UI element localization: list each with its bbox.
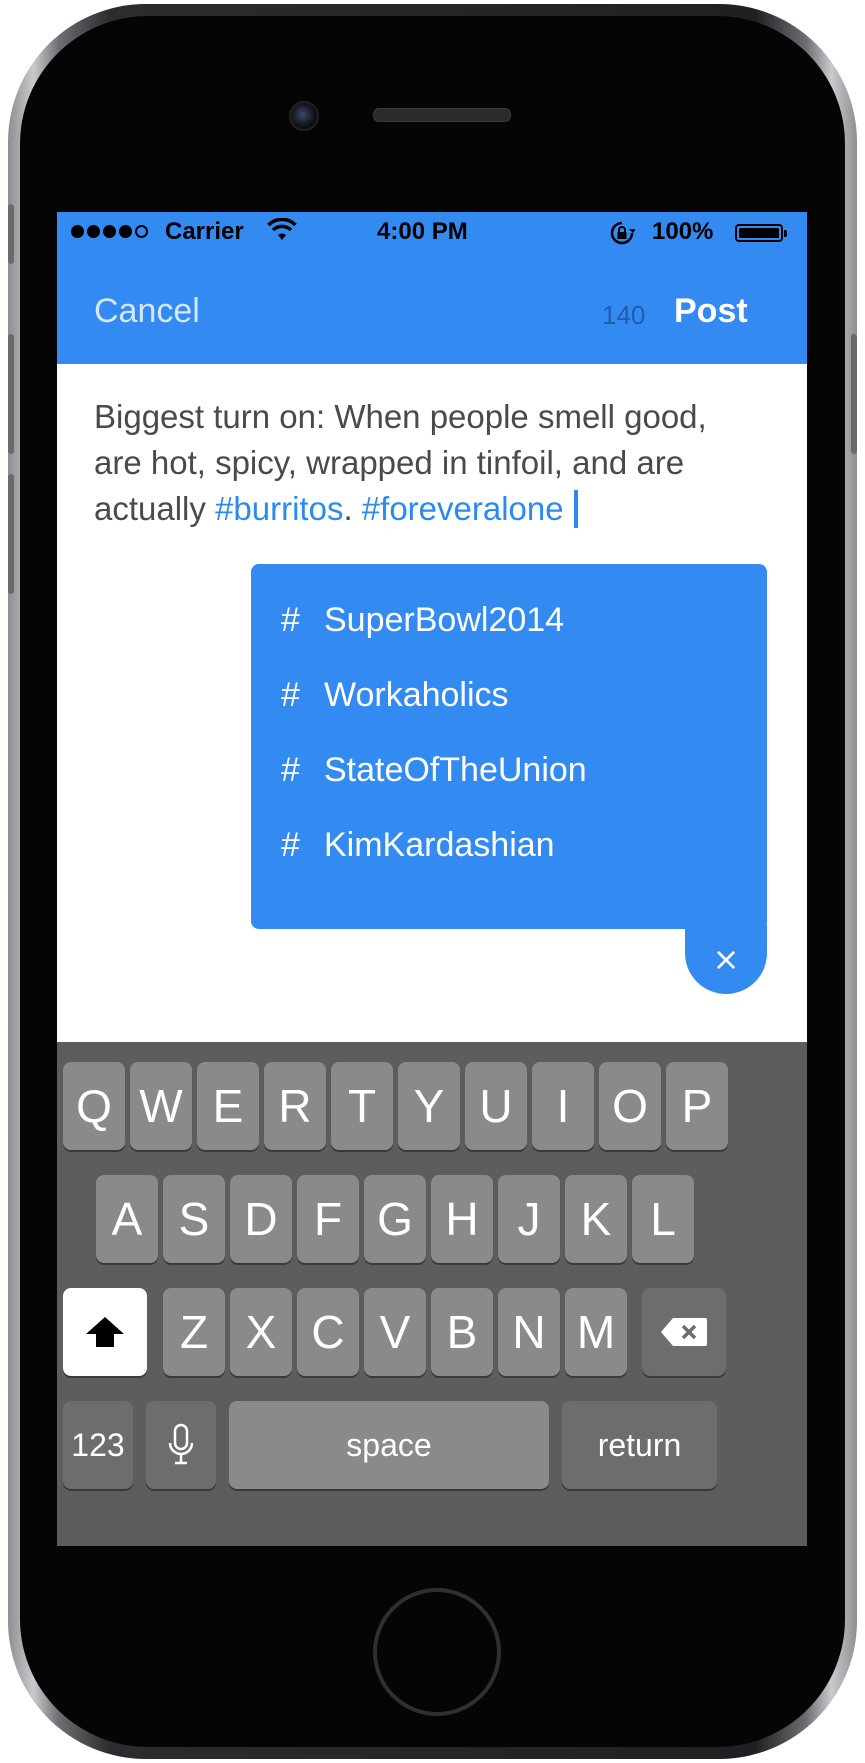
post-button[interactable]: Post (674, 292, 748, 331)
key-m[interactable]: M (565, 1288, 627, 1376)
carrier-label: Carrier (165, 218, 244, 245)
suggestion-label: SuperBowl2014 (324, 600, 565, 639)
compose-text-area[interactable]: Biggest turn on: When people smell good,… (94, 394, 770, 532)
hash-icon: # (281, 600, 300, 639)
numbers-key[interactable]: 123 (63, 1401, 133, 1489)
rotation-lock-icon (609, 220, 636, 253)
volume-up-button (8, 334, 14, 454)
compose-text: actually (94, 490, 216, 527)
delete-icon (661, 1318, 707, 1346)
key-w[interactable]: W (130, 1062, 192, 1150)
signal-strength-icon (71, 225, 148, 238)
key-s[interactable]: S (163, 1175, 225, 1263)
volume-down-button (8, 474, 14, 594)
power-button (851, 334, 857, 454)
status-bar: Carrier 4:00 PM 100% (57, 212, 807, 252)
wifi-icon (267, 217, 297, 249)
key-g[interactable]: G (364, 1175, 426, 1263)
key-k[interactable]: K (565, 1175, 627, 1263)
shift-key[interactable] (63, 1288, 147, 1376)
key-q[interactable]: Q (63, 1062, 125, 1150)
key-r[interactable]: R (264, 1062, 326, 1150)
suggestion-item[interactable]: # StateOfTheUnion (251, 728, 767, 812)
keyboard: Q W E R T Y U I O P A S D F G H J K L Z … (57, 1042, 807, 1546)
close-icon: × (712, 940, 740, 978)
key-t[interactable]: T (331, 1062, 393, 1150)
key-y[interactable]: Y (398, 1062, 460, 1150)
hashtag-suggestions-popup: # SuperBowl2014 # Workaholics # StateOfT… (251, 564, 767, 929)
suggestion-item[interactable]: # SuperBowl2014 (251, 578, 767, 662)
key-u[interactable]: U (465, 1062, 527, 1150)
front-camera (289, 101, 319, 131)
return-key[interactable]: return (562, 1401, 717, 1489)
suggestion-label: StateOfTheUnion (324, 750, 587, 789)
key-j[interactable]: J (498, 1175, 560, 1263)
cancel-button[interactable]: Cancel (94, 292, 200, 331)
key-h[interactable]: H (431, 1175, 493, 1263)
key-e[interactable]: E (197, 1062, 259, 1150)
key-b[interactable]: B (431, 1288, 493, 1376)
delete-key[interactable] (642, 1288, 726, 1376)
shift-icon (86, 1317, 124, 1347)
character-count: 140 (602, 300, 646, 330)
close-suggestions-button[interactable]: × (685, 924, 767, 994)
earpiece-speaker (373, 108, 511, 122)
clock: 4:00 PM (377, 218, 468, 245)
suggestion-item[interactable]: # Workaholics (251, 653, 767, 737)
key-i[interactable]: I (532, 1062, 594, 1150)
key-d[interactable]: D (230, 1175, 292, 1263)
key-f[interactable]: F (297, 1175, 359, 1263)
key-n[interactable]: N (498, 1288, 560, 1376)
battery-percentage: 100% (652, 218, 714, 245)
key-l[interactable]: L (632, 1175, 694, 1263)
battery-icon (735, 224, 787, 242)
home-button[interactable] (373, 1588, 501, 1716)
microphone-icon (168, 1423, 194, 1465)
hashtag-link[interactable]: #burritos (215, 490, 343, 527)
hash-icon: # (281, 750, 300, 789)
hash-icon: # (281, 825, 300, 864)
suggestion-label: KimKardashian (324, 825, 555, 864)
microphone-key[interactable] (146, 1401, 216, 1489)
mute-switch (8, 204, 14, 264)
screen: Carrier 4:00 PM 100% Cancel 140 Post Big… (57, 212, 807, 1546)
text-cursor (573, 490, 578, 528)
space-key[interactable]: space (229, 1401, 549, 1489)
key-a[interactable]: A (96, 1175, 158, 1263)
key-p[interactable]: P (666, 1062, 728, 1150)
navigation-bar: Carrier 4:00 PM 100% Cancel 140 Post (57, 212, 807, 364)
compose-line: Biggest turn on: When people smell good, (94, 398, 707, 435)
suggestion-label: Workaholics (324, 675, 509, 714)
compose-text: . (343, 490, 362, 527)
hashtag-link[interactable]: #foreveralone (362, 490, 564, 527)
key-v[interactable]: V (364, 1288, 426, 1376)
hash-icon: # (281, 675, 300, 714)
key-o[interactable]: O (599, 1062, 661, 1150)
suggestion-item[interactable]: # KimKardashian (251, 803, 767, 887)
key-z[interactable]: Z (163, 1288, 225, 1376)
key-x[interactable]: X (230, 1288, 292, 1376)
key-c[interactable]: C (297, 1288, 359, 1376)
compose-line: are hot, spicy, wrapped in tinfoil, and … (94, 444, 685, 481)
compose-line: actually #burritos. #foreveralone (94, 486, 770, 532)
